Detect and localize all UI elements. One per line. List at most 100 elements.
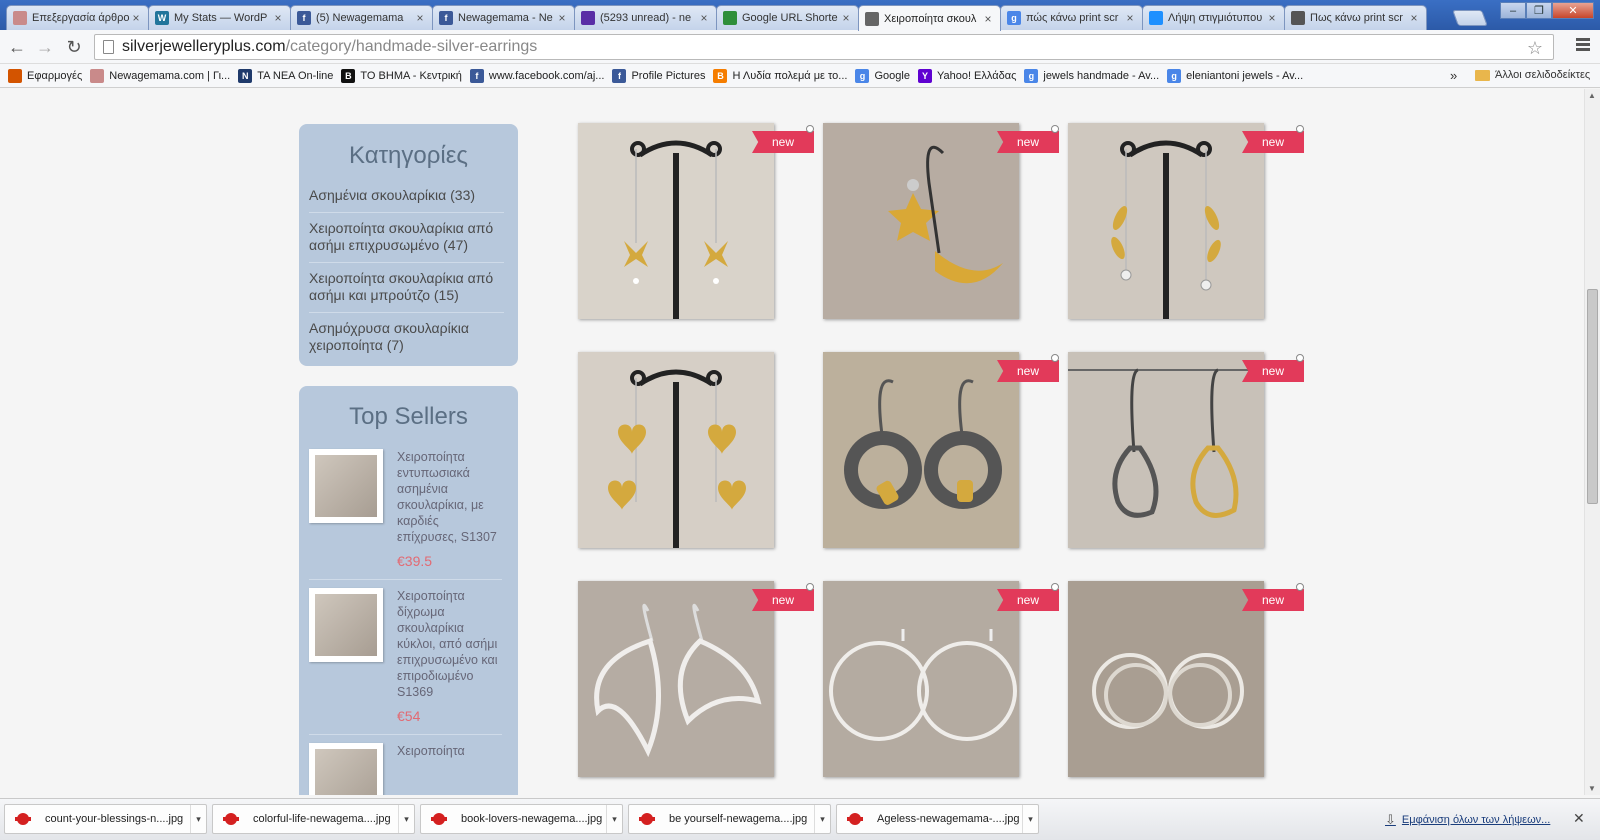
download-menu-chevron-icon[interactable]: ▾ (606, 805, 622, 833)
bookmark-item[interactable]: Newagemama.com | Γι... (90, 68, 230, 83)
download-item[interactable]: colorful-life-newagema....jpg ▾ (212, 804, 415, 834)
bookmark-item[interactable]: N ΤΑ ΝΕΑ On-line (238, 68, 333, 83)
product-image[interactable] (823, 123, 1019, 319)
other-bookmarks-folder[interactable]: Άλλοι σελιδοδείκτες (1475, 69, 1590, 81)
download-menu-chevron-icon[interactable]: ▾ (814, 805, 830, 833)
browser-tab[interactable]: f Newagemama - Ne × (432, 5, 575, 30)
reload-icon[interactable]: ↻ (63, 36, 85, 58)
browser-tab[interactable]: Επεξεργασία άρθρο × (6, 5, 149, 30)
tab-close-icon[interactable]: × (556, 11, 568, 25)
bookmark-item[interactable]: f www.facebook.com/aj... (469, 68, 604, 83)
bookmark-item[interactable]: Y Yahoo! Ελλάδας (917, 68, 1016, 83)
vertical-scrollbar[interactable]: ▲ ▼ (1584, 89, 1600, 795)
download-item[interactable]: be yourself-newagema....jpg ▾ (628, 804, 831, 834)
scroll-down-icon[interactable]: ▼ (1588, 784, 1596, 793)
browser-tab[interactable]: g πώς κάνω print scr × (1000, 5, 1143, 30)
tab-close-icon[interactable]: × (698, 11, 710, 25)
minimize-icon[interactable]: – (1500, 2, 1526, 19)
tab-close-icon[interactable]: × (272, 11, 284, 25)
top-seller-name[interactable]: Χειροποίητα (397, 743, 465, 759)
top-seller-thumbnail[interactable] (309, 588, 383, 662)
close-downloads-icon[interactable]: ✕ (1573, 810, 1585, 827)
product-card[interactable] (1068, 123, 1264, 319)
download-item[interactable]: Ageless-newagemama-....jpg ▾ (836, 804, 1039, 834)
bookmark-favicon-icon: N (238, 68, 253, 83)
bookmark-item[interactable]: Εφαρμογές (8, 68, 83, 83)
top-seller-item[interactable]: Χειροποίητα εντυπωσιακά ασημένια σκουλαρ… (309, 441, 502, 580)
browser-tab[interactable]: f (5) Newagemama × (290, 5, 433, 30)
product-image[interactable] (823, 352, 1019, 548)
new-tab-button[interactable] (1452, 10, 1488, 26)
tab-close-icon[interactable]: × (414, 11, 426, 25)
browser-tab[interactable]: W My Stats — WordP × (148, 5, 291, 30)
show-all-downloads-link[interactable]: ⇩ Εμφάνιση όλων των λήψεων... (1385, 812, 1550, 828)
bookmark-item[interactable]: B ΤΟ ΒΗΜΑ - Κεντρική (341, 68, 462, 83)
product-card[interactable] (823, 352, 1019, 548)
top-seller-thumbnail[interactable] (309, 743, 383, 795)
url-path: /category/handmade-silver-earrings (285, 38, 538, 55)
top-seller-thumbnail[interactable] (309, 449, 383, 523)
back-arrow-icon[interactable]: ← (6, 36, 28, 58)
product-image[interactable] (1068, 581, 1264, 777)
forward-arrow-icon[interactable]: → (34, 36, 56, 58)
download-item[interactable]: count-your-blessings-n....jpg ▾ (4, 804, 207, 834)
scroll-up-icon[interactable]: ▲ (1588, 91, 1596, 100)
product-image[interactable] (578, 581, 774, 777)
bookmark-item[interactable]: g jewels handmade - Av... (1024, 68, 1159, 83)
product-image[interactable] (578, 352, 774, 548)
bookmark-label: Εφαρμογές (27, 69, 83, 82)
product-card[interactable] (1068, 581, 1264, 777)
product-card[interactable] (823, 123, 1019, 319)
browser-tab[interactable]: Χειροποίητα σκουλ × (858, 5, 1001, 31)
bookmark-star-icon[interactable]: ☆ (1527, 38, 1543, 59)
image-file-icon (431, 811, 447, 827)
top-seller-item[interactable]: Χειροποίητα (309, 735, 502, 795)
top-seller-item[interactable]: Χειροποίητα δίχρωμα σκουλαρίκια κύκλοι, … (309, 580, 502, 735)
browser-tab[interactable]: Google URL Shorte × (716, 5, 859, 30)
download-menu-chevron-icon[interactable]: ▾ (1022, 805, 1038, 833)
restore-icon[interactable]: ❐ (1526, 2, 1552, 19)
product-card[interactable] (578, 581, 774, 777)
image-file-icon (223, 811, 239, 827)
bookmark-item[interactable]: g Google (855, 68, 910, 83)
product-card[interactable] (578, 123, 774, 319)
category-link[interactable]: Ασημένια σκουλαρίκια (33) (309, 180, 504, 213)
download-menu-chevron-icon[interactable]: ▾ (190, 805, 206, 833)
category-link[interactable]: Χειροποίητα σκουλαρίκια από ασήμι επιχρυ… (309, 213, 504, 263)
chrome-menu-icon[interactable] (1576, 38, 1590, 53)
bookmarks-more-button[interactable]: » (1450, 68, 1457, 83)
scrollbar-thumb[interactable] (1587, 289, 1598, 504)
tab-close-icon[interactable]: × (840, 11, 852, 25)
tab-close-icon[interactable]: × (1124, 11, 1136, 25)
bookmark-item[interactable]: g eleniantoni jewels - Av... (1167, 68, 1303, 83)
tab-close-icon[interactable]: × (1266, 11, 1278, 25)
product-card[interactable] (823, 581, 1019, 777)
close-window-icon[interactable]: ✕ (1552, 2, 1594, 19)
bookmark-favicon-icon: Y (917, 68, 932, 83)
product-image[interactable] (823, 581, 1019, 777)
top-seller-name[interactable]: Χειροποίητα δίχρωμα σκουλαρίκια κύκλοι, … (397, 588, 502, 700)
product-card[interactable] (1068, 352, 1264, 548)
tab-close-icon[interactable]: × (1408, 11, 1420, 25)
address-bar[interactable]: silverjewelleryplus.com/category/handmad… (94, 34, 1554, 60)
download-arrow-icon: ⇩ (1385, 812, 1396, 827)
bookmark-item[interactable]: B Η Λυδία πολεμά με το... (713, 68, 847, 83)
browser-tab[interactable]: Πως κάνω print scr × (1284, 5, 1427, 30)
product-card[interactable] (578, 352, 774, 548)
product-image[interactable] (1068, 352, 1264, 548)
tab-close-icon[interactable]: × (982, 12, 994, 26)
category-link[interactable]: Ασημόχρυσα σκουλαρίκια χειροποίητα (7) (309, 313, 504, 362)
category-link[interactable]: Χειροποίητα σκουλαρίκια από ασήμι και μπ… (309, 263, 504, 313)
browser-tab[interactable]: (5293 unread) - ne × (574, 5, 717, 30)
tab-title: Χειροποίητα σκουλ (884, 12, 977, 25)
download-item[interactable]: book-lovers-newagema....jpg ▾ (420, 804, 623, 834)
top-seller-text: Χειροποίητα εντυπωσιακά ασημένια σκουλαρ… (397, 449, 502, 569)
top-seller-name[interactable]: Χειροποίητα εντυπωσιακά ασημένια σκουλαρ… (397, 449, 502, 545)
bookmark-item[interactable]: f Profile Pictures (612, 68, 705, 83)
tab-favicon-icon: W (155, 11, 169, 25)
tab-close-icon[interactable]: × (130, 11, 142, 25)
download-menu-chevron-icon[interactable]: ▾ (398, 805, 414, 833)
browser-tab[interactable]: Λήψη στιγμιότυπου × (1142, 5, 1285, 30)
product-image[interactable] (1068, 123, 1264, 319)
product-image[interactable] (578, 123, 774, 319)
